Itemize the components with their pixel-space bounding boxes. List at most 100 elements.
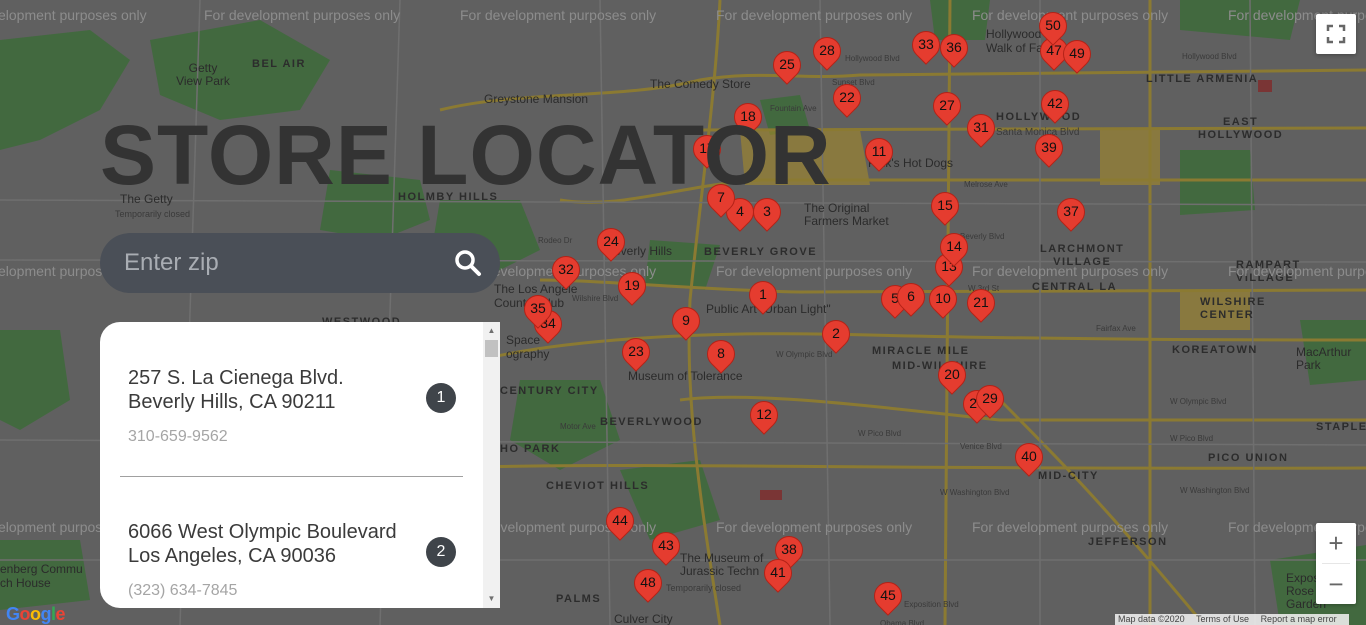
map-marker[interactable]: 36: [934, 28, 974, 78]
map-marker[interactable]: 12: [744, 395, 784, 445]
label-pico-union: PICO UNION: [1208, 452, 1289, 464]
map-marker[interactable]: 32: [546, 250, 586, 300]
map-marker[interactable]: 22: [827, 78, 867, 128]
scrollbar-thumb[interactable]: [485, 340, 498, 357]
map-marker[interactable]: 24: [591, 222, 631, 272]
scrollbar[interactable]: ▲ ▼: [483, 322, 500, 608]
store-number-badge: 1: [426, 383, 456, 413]
map-marker[interactable]: 27: [927, 86, 967, 136]
map-marker[interactable]: 45: [868, 576, 908, 625]
map-marker[interactable]: 15: [925, 186, 965, 236]
street-label: W Pico Blvd: [1170, 434, 1214, 443]
watermark: For development purposes only: [1228, 263, 1366, 279]
label-central-la: CENTRAL LA: [1032, 281, 1118, 293]
map-marker[interactable]: 40: [1009, 437, 1049, 487]
zoom-out-button[interactable]: −: [1316, 564, 1356, 604]
watermark: For development purposes only: [972, 7, 1169, 23]
map-marker[interactable]: 29: [970, 379, 1010, 429]
street-label: W Washington Blvd: [940, 488, 1010, 497]
map-marker[interactable]: 37: [1051, 192, 1091, 242]
zip-search-bar: [100, 233, 500, 293]
label-little-armenia: LITTLE ARMENIA: [1146, 73, 1259, 85]
map-marker[interactable]: 28: [807, 31, 847, 81]
map-marker[interactable]: 50: [1033, 6, 1073, 56]
street-label: W Olympic Blvd: [1170, 397, 1227, 406]
map-marker[interactable]: 9: [666, 301, 706, 351]
map-marker[interactable]: 48: [628, 563, 668, 613]
scroll-down-arrow-icon[interactable]: ▼: [483, 592, 500, 606]
map-marker[interactable]: 33: [906, 25, 946, 75]
map-marker[interactable]: 39: [1029, 128, 1069, 178]
label-mid-city: MID-CITY: [1038, 470, 1099, 482]
map-marker[interactable]: 35: [518, 289, 558, 339]
label-jurassic-technology: The Museum of Jurassic Techn: [680, 551, 764, 578]
report-map-error-link[interactable]: Report a map error: [1261, 614, 1337, 624]
label-rancho-park: HO PARK: [500, 443, 561, 455]
label-jurassic-closed: Temporarily closed: [666, 583, 742, 593]
map-marker[interactable]: 23: [616, 332, 656, 382]
map-marker[interactable]: 2: [816, 314, 856, 364]
scroll-up-arrow-icon[interactable]: ▲: [483, 324, 500, 338]
street-label: Rodeo Dr: [538, 236, 573, 245]
fullscreen-icon: [1326, 24, 1346, 44]
map-marker[interactable]: 14: [934, 227, 974, 277]
street-label: Exposition Blvd: [904, 600, 959, 609]
label-macarthur-park: MacArthur Park: [1296, 345, 1352, 372]
store-list[interactable]: 257 S. La Cienega Blvd. Beverly Hills, C…: [100, 322, 483, 608]
store-item[interactable]: 6066 West Olympic Boulevard Los Angeles,…: [128, 520, 468, 600]
label-bel-air: BEL AIR: [252, 58, 306, 70]
map-marker[interactable]: 1: [743, 275, 783, 325]
store-address-line2: Beverly Hills, CA 90211: [128, 391, 336, 413]
map-marker[interactable]: 31: [961, 108, 1001, 158]
watermark: For development purposes only: [716, 263, 913, 279]
watermark: elopment purposes only: [0, 7, 147, 23]
zoom-controls: + −: [1316, 523, 1356, 604]
search-icon[interactable]: [454, 249, 482, 277]
map-marker[interactable]: 20: [932, 355, 972, 405]
street-label: Hollywood Blvd: [1182, 52, 1237, 61]
label-getty-view-park: Getty View Park: [176, 61, 230, 88]
map-marker[interactable]: 6: [891, 277, 931, 327]
label-koreatown: KOREATOWN: [1172, 344, 1258, 356]
street-label: Melrose Ave: [964, 180, 1008, 189]
label-jefferson: JEFFERSON: [1088, 536, 1168, 548]
label-enberg-community: enberg Commu ch House: [0, 562, 83, 590]
watermark: For development purposes only: [972, 263, 1169, 279]
map-data-attribution: Map data ©2020: [1118, 614, 1185, 624]
watermark: For development purposes only: [204, 7, 401, 23]
zoom-in-button[interactable]: +: [1316, 523, 1356, 563]
map-marker[interactable]: 42: [1035, 84, 1075, 134]
label-miracle-mile: MIRACLE MILE: [872, 345, 970, 357]
map-marker[interactable]: 41: [758, 553, 798, 603]
label-east-hollywood: EAST HOLLYWOOD: [1198, 116, 1284, 141]
map-marker[interactable]: 21: [961, 283, 1001, 333]
google-logo[interactable]: Google: [6, 604, 66, 625]
store-list-panel: 257 S. La Cienega Blvd. Beverly Hills, C…: [100, 322, 500, 608]
store-phone[interactable]: (323) 634-7845: [128, 582, 468, 600]
watermark: For development purposes only: [716, 519, 913, 535]
fullscreen-button[interactable]: [1316, 14, 1356, 54]
store-number-badge: 2: [426, 537, 456, 567]
terms-of-use-link[interactable]: Terms of Use: [1196, 614, 1249, 624]
map-marker[interactable]: 11: [859, 132, 899, 182]
map-marker[interactable]: 8: [701, 334, 741, 384]
label-staples: STAPLE: [1316, 421, 1366, 433]
store-item[interactable]: 257 S. La Cienega Blvd. Beverly Hills, C…: [128, 366, 468, 446]
map-marker[interactable]: 44: [600, 501, 640, 551]
label-cheviot-hills: CHEVIOT HILLS: [546, 480, 650, 492]
map-marker[interactable]: 25: [767, 45, 807, 95]
map-marker[interactable]: 49: [1057, 34, 1097, 84]
map-footer: Map data ©2020 Terms of Use Report a map…: [1115, 614, 1349, 625]
map-marker[interactable]: 19: [612, 266, 652, 316]
street-label: W Washington Blvd: [1180, 486, 1250, 495]
store-address-line2: Los Angeles, CA 90036: [128, 545, 336, 567]
watermark: For development purposes only: [716, 7, 913, 23]
label-beverlywood: BEVERLYWOOD: [600, 416, 703, 428]
store-phone[interactable]: 310-659-9562: [128, 428, 468, 446]
label-beverly-grove: BEVERLY GROVE: [704, 246, 818, 258]
street-label: Venice Blvd: [960, 442, 1002, 451]
street-label: Motor Ave: [560, 422, 596, 431]
watermark: For development purposes only: [972, 519, 1169, 535]
street-label: W Pico Blvd: [858, 429, 902, 438]
zip-input[interactable]: [122, 248, 426, 278]
